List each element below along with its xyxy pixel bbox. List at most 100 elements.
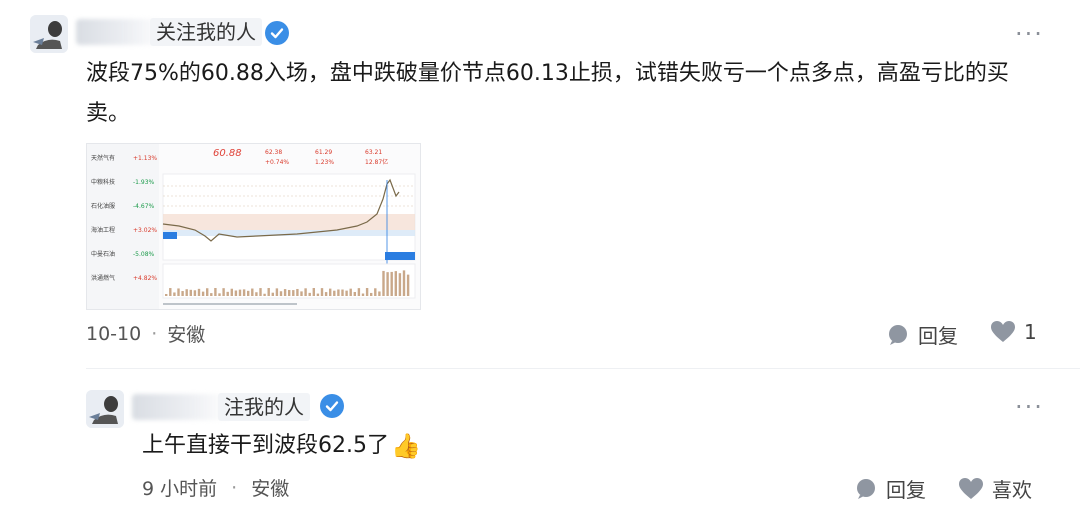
thumb-header-value: +0.74%	[265, 159, 289, 166]
thumb-stock-change: -1.93%	[133, 179, 155, 186]
thumb-volume-bar	[234, 290, 238, 296]
meta-separator: ·	[231, 476, 238, 499]
more-options-icon[interactable]: ···	[1015, 395, 1044, 419]
like-button[interactable]: 1	[990, 320, 1037, 344]
thumb-volume-bar	[353, 292, 356, 296]
thumb-volume-bar	[390, 271, 393, 296]
thumb-volume-bar	[333, 290, 336, 296]
thumb-volume-bar	[374, 288, 377, 296]
thumb-volume-bar	[169, 288, 172, 296]
reply-author-name-blurred	[132, 394, 232, 420]
thumb-header-value: 12.87亿	[365, 158, 388, 166]
thumb-volume-bar	[382, 270, 385, 296]
meta-separator: ·	[151, 322, 158, 345]
comment-icon	[889, 324, 907, 345]
post-meta: 10-10 · 安徽	[86, 320, 205, 347]
thumb-volume-bar	[201, 291, 205, 296]
divider	[86, 368, 1080, 369]
thumb-volume-bar	[316, 293, 320, 296]
thumb-volume-bar	[402, 270, 406, 296]
thumb-volume-bar	[206, 288, 209, 296]
thumb-volume-bar	[181, 291, 184, 296]
thumb-volume-bar	[312, 288, 315, 296]
thumb-header-value: 63.21	[365, 149, 382, 156]
reply-button[interactable]: 回复	[854, 474, 926, 503]
thumb-stock-change: -4.67%	[133, 203, 155, 210]
thumb-volume-bar	[193, 290, 197, 296]
thumb-volume-bar	[292, 290, 295, 296]
thumb-volume-bar	[210, 293, 213, 296]
thumb-volume-bar	[275, 288, 279, 296]
reply-meta: 9 小时前 · 安徽	[142, 474, 289, 501]
thumb-volume-bar	[165, 294, 168, 296]
reply-label: 回复	[886, 478, 926, 502]
thumb-volume-bar	[230, 288, 233, 296]
thumb-volume-bar	[222, 288, 225, 296]
thumb-volume-bar	[247, 290, 250, 296]
thumb-stock-label: 海油工程	[91, 226, 115, 234]
avatar-image	[30, 15, 68, 53]
thumb-volume-bar	[218, 293, 221, 296]
stock-chart-screenshot: 天然气有 +1.13% 中粮科技 -1.93% 石化油服 -4.67% 海油工程 +3.02%…	[87, 144, 420, 309]
reply-label: 回复	[918, 324, 958, 348]
thumb-volume-bar	[238, 289, 242, 296]
thumb-stock-change: +3.02%	[133, 227, 157, 234]
thumbs-up-emoji: 👍	[391, 432, 421, 460]
thumb-header-value: 1.23%	[315, 159, 334, 166]
thumb-volume-bar	[337, 289, 340, 296]
like-label: 喜欢	[992, 478, 1032, 502]
thumb-volume-bar	[406, 274, 410, 296]
reply-text: 上午直接干到波段62.5了	[142, 433, 389, 458]
thumb-volume-bar	[271, 292, 274, 296]
thumb-stock-label: 中粮科技	[91, 178, 115, 186]
thumb-volume-bar	[357, 288, 361, 296]
thumb-volume-bar	[173, 292, 176, 296]
thumb-stock-label: 天然气有	[91, 154, 115, 162]
thumb-volume-bar	[259, 288, 262, 296]
post-text: 波段75%的60.88入场，盘中跌破量价节点60.13止损，试错失败亏一个点多点…	[86, 61, 1009, 126]
reply-author-name[interactable]: 注我的人	[218, 393, 310, 421]
heart-icon	[991, 321, 1015, 342]
thumb-volume-bar	[197, 288, 201, 296]
post-date: 10-10	[86, 322, 142, 345]
reply-avatar[interactable]	[86, 390, 124, 428]
thumb-header-value: 61.29	[315, 149, 332, 156]
thumb-volume-bar	[361, 293, 365, 296]
avatar-image	[86, 390, 124, 428]
more-options-icon[interactable]: ···	[1015, 22, 1044, 46]
thumb-volume-bar	[308, 292, 311, 296]
reply-location: 安徽	[251, 478, 290, 500]
post-location: 安徽	[167, 324, 206, 346]
author-name[interactable]: 关注我的人	[150, 18, 262, 46]
thumb-volume-bar	[398, 273, 402, 296]
thumb-stock-change: -5.08%	[133, 251, 155, 258]
thumb-volume-bar	[214, 288, 217, 296]
thumb-volume-bar	[349, 288, 352, 296]
like-button[interactable]: 喜欢	[958, 474, 1032, 503]
thumb-volume-bar	[320, 288, 324, 296]
thumb-volume-bar	[329, 288, 332, 296]
thumb-volume-bar	[304, 288, 307, 296]
thumb-volume-bar	[255, 292, 258, 296]
thumb-volume-bar	[283, 289, 287, 296]
comment-icon	[857, 478, 875, 499]
verified-badge-icon	[320, 394, 344, 418]
heart-icon	[959, 477, 983, 499]
reply-date: 9 小时前	[142, 478, 218, 500]
thumb-volume-bar	[279, 291, 283, 296]
thumb-volume-bar	[345, 290, 348, 296]
thumb-stock-change: +1.13%	[133, 155, 157, 162]
thumb-volume-bar	[263, 293, 266, 296]
thumb-volume-bar	[185, 289, 188, 296]
avatar[interactable]	[30, 15, 68, 53]
thumb-volume-bar	[394, 271, 397, 296]
thumb-volume-bar	[267, 288, 270, 296]
svg-text:60.88: 60.88	[213, 148, 242, 159]
thumb-volume-bar	[365, 288, 369, 296]
reply-button[interactable]: 回复	[886, 320, 958, 349]
thumb-volume-bar	[370, 292, 373, 296]
thumb-volume-bar	[341, 289, 344, 296]
thumb-volume-bar	[189, 289, 192, 296]
thumb-stock-label: 洪通燃气	[91, 274, 115, 282]
post-image-thumbnail[interactable]: 天然气有 +1.13% 中粮科技 -1.93% 石化油服 -4.67% 海油工程 +3.02%…	[86, 143, 421, 310]
